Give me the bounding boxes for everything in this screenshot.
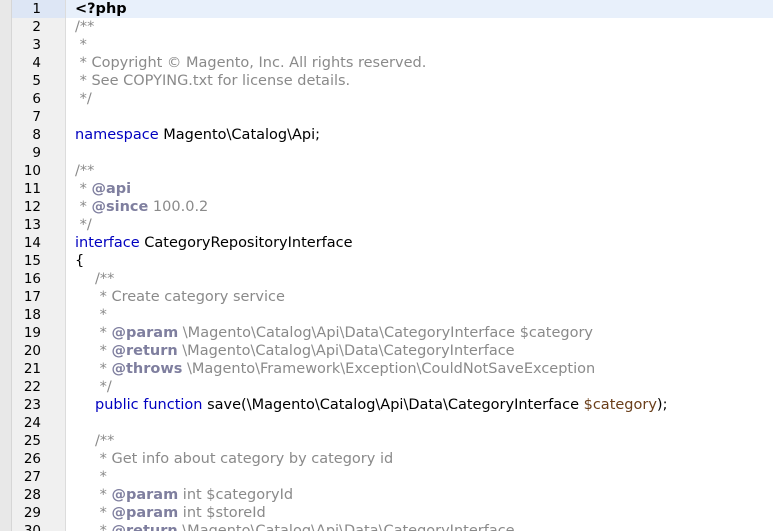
code-line-7[interactable]	[66, 108, 773, 126]
line-number: 10	[23, 163, 41, 179]
line-number: 28	[23, 487, 41, 503]
code-line-16[interactable]: /**	[66, 270, 773, 288]
line-number: 19	[23, 325, 41, 341]
line-number: 24	[23, 415, 41, 431]
code-line-13[interactable]: */	[66, 216, 773, 234]
code-line-30[interactable]: * @return \Magento\Catalog\Api\Data\Cate…	[66, 522, 773, 531]
code-line-17[interactable]: * Create category service	[66, 288, 773, 306]
line-number: 18	[23, 307, 41, 323]
line-number: 4	[32, 55, 41, 71]
code-line-5[interactable]: * See COPYING.txt for license details.	[66, 72, 773, 90]
line-number: 7	[32, 109, 41, 125]
code-editor[interactable]: 1 2 3 4 5 6 7 8 9 10 11 12 13 14 15 16 17 18 19 20 21 22 23 24 2…	[0, 0, 773, 531]
line-number: 23	[23, 397, 41, 413]
code-line-29[interactable]: * @param int $storeId	[66, 504, 773, 522]
code-line-22[interactable]: */	[66, 378, 773, 396]
line-number: 26	[23, 451, 41, 467]
line-number-gutter: 1 2 3 4 5 6 7 8 9 10 11 12 13 14 15 16 17 18 19 20 21 22 23 24 2…	[12, 0, 66, 531]
line-number: 8	[32, 127, 41, 143]
code-line-24[interactable]	[66, 414, 773, 432]
line-number: 3	[32, 37, 41, 53]
code-line-18[interactable]: *	[66, 306, 773, 324]
code-line-10[interactable]: /**	[66, 162, 773, 180]
line-number: 29	[23, 505, 41, 521]
line-number: 22	[23, 379, 41, 395]
code-area[interactable]: <?php /** * * Copyright © Magento, Inc. …	[66, 0, 773, 531]
line-number: 6	[32, 91, 41, 107]
line-number: 15	[23, 253, 41, 269]
code-line-20[interactable]: * @return \Magento\Catalog\Api\Data\Cate…	[66, 342, 773, 360]
line-number: 27	[23, 469, 41, 485]
code-line-28[interactable]: * @param int $categoryId	[66, 486, 773, 504]
code-line-25[interactable]: /**	[66, 432, 773, 450]
line-number: 2	[32, 19, 41, 35]
code-line-19[interactable]: * @param \Magento\Catalog\Api\Data\Categ…	[66, 324, 773, 342]
line-number: 14	[23, 235, 41, 251]
line-number: 17	[23, 289, 41, 305]
line-number: 9	[32, 145, 41, 161]
line-number: 21	[23, 361, 41, 377]
code-line-1[interactable]: <?php	[66, 0, 773, 18]
line-number: 30	[23, 523, 41, 531]
line-number: 20	[23, 343, 41, 359]
code-line-26[interactable]: * Get info about category by category id	[66, 450, 773, 468]
line-number: 25	[23, 433, 41, 449]
code-line-4[interactable]: * Copyright © Magento, Inc. All rights r…	[66, 54, 773, 72]
line-number: 11	[23, 181, 41, 197]
line-number: 16	[23, 271, 41, 287]
line-number: 12	[23, 199, 41, 215]
editor-margin-strip	[0, 0, 12, 531]
code-line-15[interactable]: {	[66, 252, 773, 270]
code-line-11[interactable]: * @api	[66, 180, 773, 198]
line-number: 5	[32, 73, 41, 89]
code-line-3[interactable]: *	[66, 36, 773, 54]
code-line-23[interactable]: public function save(\Magento\Catalog\Ap…	[66, 396, 773, 414]
code-line-6[interactable]: */	[66, 90, 773, 108]
code-line-21[interactable]: * @throws \Magento\Framework\Exception\C…	[66, 360, 773, 378]
code-line-8[interactable]: namespace Magento\Catalog\Api;	[66, 126, 773, 144]
line-number: 13	[23, 217, 41, 233]
line-number: 1	[12, 0, 65, 18]
code-line-12[interactable]: * @since 100.0.2	[66, 198, 773, 216]
code-line-2[interactable]: /**	[66, 18, 773, 36]
code-line-14[interactable]: interface CategoryRepositoryInterface	[66, 234, 773, 252]
code-line-27[interactable]: *	[66, 468, 773, 486]
code-line-9[interactable]	[66, 144, 773, 162]
